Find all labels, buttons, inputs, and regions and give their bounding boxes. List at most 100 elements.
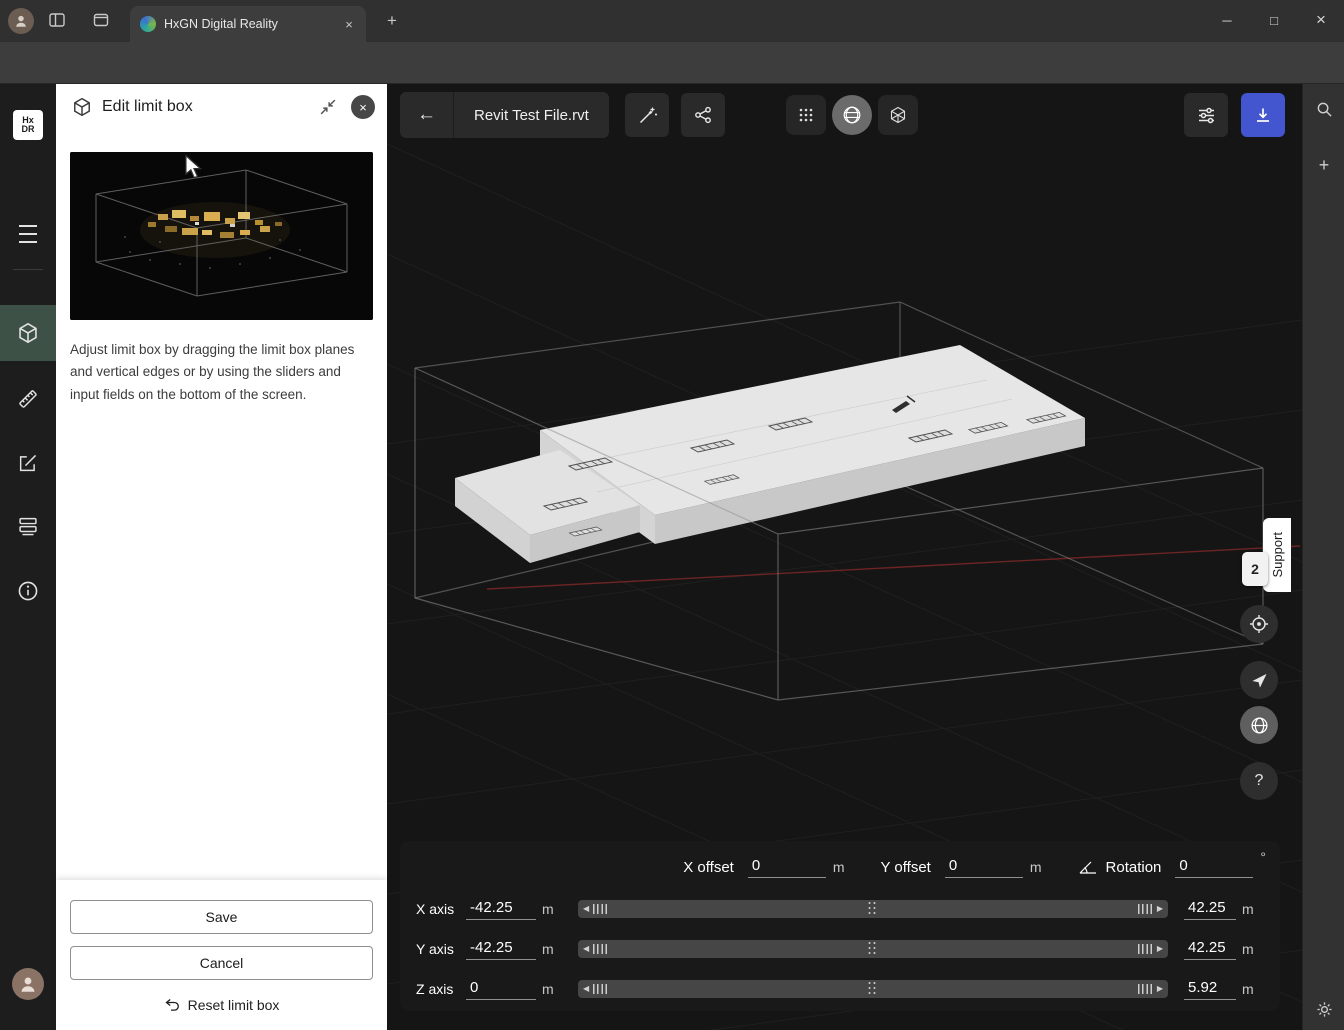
mouse-cursor bbox=[185, 155, 202, 179]
browser-tab[interactable]: HxGN Digital Reality × bbox=[130, 6, 366, 42]
y-offset-input[interactable]: 0 bbox=[945, 856, 1023, 878]
magic-wand-button[interactable] bbox=[625, 93, 669, 137]
globe-icon bbox=[1250, 716, 1269, 735]
app-rail: Hx DR bbox=[0, 84, 56, 1030]
view-mode-mesh-button[interactable] bbox=[878, 95, 918, 135]
view-mode-point-cloud-button[interactable] bbox=[786, 95, 826, 135]
slider-handle[interactable] bbox=[869, 902, 878, 916]
y-offset-unit: m bbox=[1030, 859, 1042, 875]
browser-navbar: ← https://realitycloudstudio.hxdr.app/as… bbox=[0, 42, 1344, 84]
z-axis-slider[interactable]: ◀ ▶ bbox=[578, 980, 1168, 998]
view-mode-textured-button[interactable] bbox=[832, 95, 872, 135]
x-axis-min-input[interactable]: -42.25 bbox=[466, 898, 536, 920]
rail-item-info[interactable] bbox=[0, 571, 56, 611]
viewport-3d: ← Revit Test File.rvt bbox=[387, 84, 1302, 1030]
ruler-icon bbox=[17, 388, 39, 410]
x-axis-max-input[interactable]: 42.25 bbox=[1184, 898, 1236, 920]
help-button[interactable]: ? bbox=[1240, 762, 1278, 800]
limit-box-preview bbox=[70, 152, 373, 320]
locate-button[interactable] bbox=[1240, 605, 1278, 643]
y-axis-min-input[interactable]: -42.25 bbox=[466, 938, 536, 960]
panel-header: Edit limit box × bbox=[56, 84, 387, 130]
menu-hamburger-icon[interactable] bbox=[0, 222, 56, 246]
x-offset-label: X offset bbox=[683, 859, 734, 876]
limit-box-controls: X offset 0 m Y offset 0 m Rotation 0 ° X… bbox=[400, 841, 1280, 1011]
info-icon bbox=[17, 580, 39, 602]
rail-item-measure[interactable] bbox=[0, 379, 56, 419]
panel-description: Adjust limit box by dragging the limit b… bbox=[70, 339, 373, 406]
slider-handle[interactable] bbox=[869, 982, 878, 996]
slider-handle[interactable] bbox=[869, 942, 878, 956]
rail-item-annotate[interactable] bbox=[0, 443, 56, 483]
offset-row: X offset 0 m Y offset 0 m Rotation 0 ° bbox=[400, 845, 1280, 889]
sidebar-add-icon[interactable]: + bbox=[1303, 148, 1344, 182]
browser-profile-avatar[interactable] bbox=[8, 8, 34, 34]
share-icon bbox=[694, 106, 712, 124]
x-offset-input[interactable]: 0 bbox=[748, 856, 826, 878]
rotation-angle-icon bbox=[1078, 859, 1098, 875]
cancel-button[interactable]: Cancel bbox=[70, 946, 373, 980]
undo-arrow-icon bbox=[164, 998, 180, 1012]
y-offset-label: Y offset bbox=[881, 859, 931, 876]
navigation-button[interactable] bbox=[1240, 661, 1278, 699]
z-axis-row: Z axis 0 m ◀ ▶ 5.92 m bbox=[400, 969, 1280, 1009]
z-axis-label: Z axis bbox=[416, 981, 464, 997]
rail-item-limit-box[interactable] bbox=[0, 305, 56, 361]
user-avatar[interactable] bbox=[0, 968, 56, 1000]
globe-mode-button[interactable] bbox=[1240, 706, 1278, 744]
save-button[interactable]: Save bbox=[70, 900, 373, 934]
cube-icon bbox=[72, 97, 92, 117]
x-axis-label: X axis bbox=[416, 901, 464, 917]
view-settings-button[interactable] bbox=[1184, 93, 1228, 137]
edge-sidebar: + bbox=[1302, 84, 1344, 1030]
crosshair-icon bbox=[1249, 614, 1269, 634]
x-axis-row: X axis -42.25 m ◀ ▶ 42.25 m bbox=[400, 889, 1280, 929]
x-axis-slider[interactable]: ◀ ▶ bbox=[578, 900, 1168, 918]
mesh-cube-icon bbox=[889, 106, 907, 124]
file-titlebar: ← Revit Test File.rvt bbox=[400, 92, 609, 138]
y-axis-slider[interactable]: ◀ ▶ bbox=[578, 940, 1168, 958]
y-axis-max-input[interactable]: 42.25 bbox=[1184, 938, 1236, 960]
layers-icon bbox=[17, 515, 39, 537]
point-cloud-icon bbox=[797, 106, 815, 124]
sidebar-search-icon[interactable] bbox=[1303, 92, 1344, 126]
close-panel-icon[interactable]: × bbox=[351, 95, 375, 119]
textured-sphere-icon bbox=[842, 105, 862, 125]
panel-title: Edit limit box bbox=[102, 98, 305, 116]
tab-title: HxGN Digital Reality bbox=[164, 17, 332, 31]
maximize-button[interactable]: □ bbox=[1251, 0, 1297, 40]
rail-item-layers[interactable] bbox=[0, 506, 56, 546]
collapse-panel-icon[interactable] bbox=[315, 94, 341, 120]
hxdr-logo[interactable]: Hx DR bbox=[0, 110, 56, 140]
tab-actions-icon[interactable] bbox=[92, 11, 110, 29]
z-axis-max-input[interactable]: 5.92 bbox=[1184, 978, 1236, 1000]
minimize-button[interactable]: ─ bbox=[1204, 0, 1250, 40]
share-button[interactable] bbox=[681, 93, 725, 137]
panel-footer: Save Cancel Reset limit box bbox=[56, 880, 387, 1030]
viewport-back-button[interactable]: ← bbox=[400, 92, 454, 138]
sidebar-settings-gear-icon[interactable] bbox=[1303, 992, 1344, 1026]
rotation-input[interactable]: 0 bbox=[1175, 856, 1253, 878]
tune-sliders-icon bbox=[1197, 106, 1216, 125]
browser-window: HxGN Digital Reality × + ─ □ × ← https:/… bbox=[0, 0, 1344, 1030]
new-tab-button[interactable]: + bbox=[380, 9, 404, 33]
z-axis-min-input[interactable]: 0 bbox=[466, 978, 536, 1000]
y-axis-row: Y axis -42.25 m ◀ ▶ 42.25 m bbox=[400, 929, 1280, 969]
paper-plane-icon bbox=[1251, 672, 1268, 689]
edit-icon bbox=[17, 452, 39, 474]
workspaces-icon[interactable] bbox=[48, 11, 66, 29]
nav-2d-button[interactable]: 2 bbox=[1242, 552, 1268, 586]
rotation-label: Rotation bbox=[1106, 859, 1162, 876]
site-favicon bbox=[140, 16, 156, 32]
file-name: Revit Test File.rvt bbox=[454, 107, 609, 124]
reset-limit-box-button[interactable]: Reset limit box bbox=[70, 992, 373, 1018]
browser-tab-strip: HxGN Digital Reality × + ─ □ × bbox=[0, 0, 1344, 42]
edit-limit-box-panel: Edit limit box × bbox=[56, 84, 387, 1030]
close-window-button[interactable]: × bbox=[1298, 0, 1344, 40]
x-offset-unit: m bbox=[833, 859, 845, 875]
download-button[interactable] bbox=[1241, 93, 1285, 137]
rail-divider bbox=[13, 269, 43, 270]
person-icon bbox=[18, 974, 38, 994]
magic-wand-icon bbox=[638, 106, 657, 125]
tab-close-icon[interactable]: × bbox=[340, 15, 358, 33]
